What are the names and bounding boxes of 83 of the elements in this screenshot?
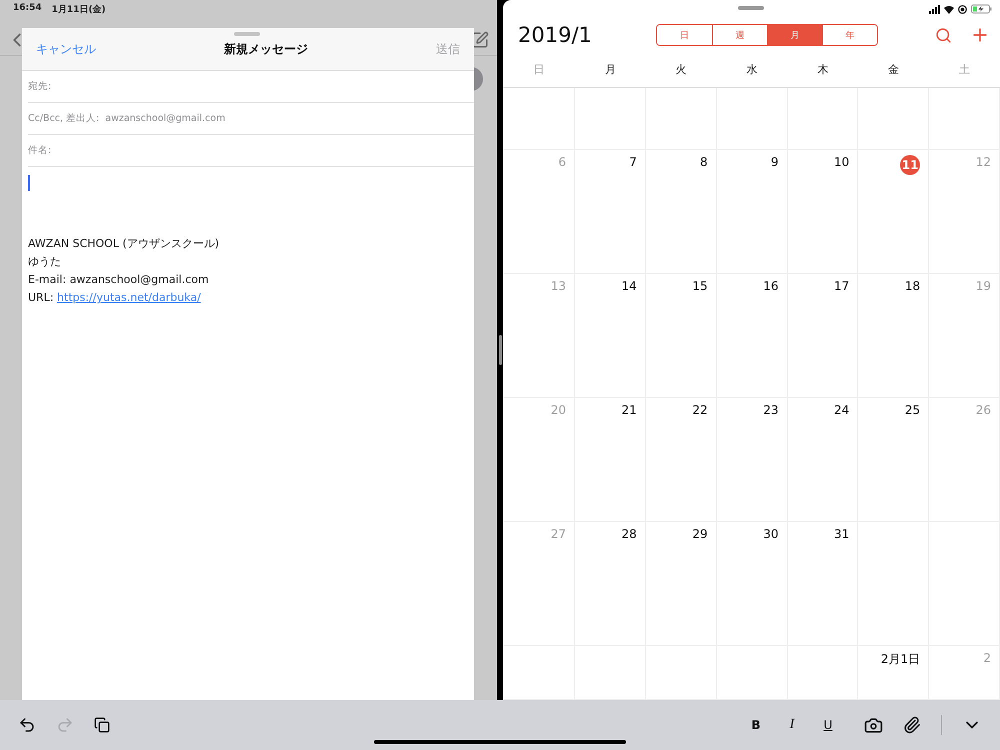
day-cell[interactable] (929, 88, 1000, 150)
field-label: 宛先: (28, 80, 52, 93)
day-cell[interactable]: 21 (575, 398, 646, 522)
day-number[interactable]: 9 (770, 155, 778, 169)
format-button[interactable]: U (820, 718, 836, 732)
weekday-label: 木 (816, 62, 830, 78)
signature-line: URL: https://yutas.net/darbuka/ (28, 290, 202, 306)
day-number[interactable]: 15 (692, 279, 708, 293)
weekday-label: 土 (958, 62, 972, 78)
signature-link[interactable]: https://yutas.net/darbuka/ (57, 291, 201, 304)
day-cell[interactable]: 24 (788, 398, 858, 522)
day-cell[interactable]: 11 (858, 150, 930, 274)
day-cell[interactable]: 9 (716, 150, 788, 274)
app-grabber[interactable] (738, 6, 764, 10)
day-cell[interactable]: 18 (858, 274, 930, 398)
day-cell[interactable]: 15 (646, 274, 717, 398)
day-cell[interactable]: 14 (575, 274, 646, 398)
signal-icon (929, 4, 940, 14)
day-number[interactable]: 17 (834, 279, 850, 293)
split-handle[interactable] (498, 335, 502, 365)
day-cell[interactable]: 16 (716, 274, 788, 398)
signature-line: E-mail: awzanschool@gmail.com (28, 272, 210, 288)
day-cell[interactable]: 31 (788, 522, 858, 646)
field-label: 件名: (28, 144, 52, 157)
day-cell[interactable] (503, 88, 575, 150)
day-cell[interactable]: 7 (575, 150, 646, 274)
day-number[interactable]: 23 (763, 403, 778, 417)
view-tab[interactable]: 月 (767, 25, 822, 45)
day-cell[interactable] (575, 88, 646, 150)
day-cell[interactable]: 10 (788, 150, 858, 274)
field-label: Cc/Bcc, 差出人: (28, 112, 100, 125)
day-number[interactable]: 24 (834, 403, 850, 417)
view-tab[interactable]: 年 (822, 25, 877, 45)
day-cell[interactable]: 23 (716, 398, 788, 522)
day-number[interactable]: 10 (834, 155, 850, 169)
camera-icon[interactable] (864, 716, 883, 734)
day-cell[interactable] (716, 88, 788, 150)
wifi-icon (944, 4, 954, 14)
weekday-label: 火 (674, 62, 688, 78)
day-cell[interactable]: 8 (646, 150, 717, 274)
text-cursor (28, 175, 30, 191)
day-cell[interactable]: 25 (858, 398, 930, 522)
day-number[interactable]: 29 (692, 527, 708, 541)
status-time: 16:54 (13, 3, 42, 15)
day-number[interactable]: 7 (629, 155, 637, 169)
format-button[interactable]: I (784, 717, 800, 733)
day-cell[interactable]: 17 (788, 274, 858, 398)
battery-icon (971, 4, 992, 14)
today-date[interactable]: 11 (900, 155, 920, 175)
calendar-title: 2019/1 (518, 23, 593, 47)
day-number[interactable]: 16 (763, 279, 778, 293)
search-button[interactable] (935, 26, 952, 44)
weekday-label: 水 (746, 62, 759, 78)
day-number[interactable]: 8 (700, 155, 708, 169)
weekday-label: 日 (532, 62, 546, 78)
day-number[interactable]: 31 (834, 527, 850, 541)
day-number[interactable]: 30 (763, 527, 778, 541)
day-cell[interactable]: 29 (646, 522, 717, 646)
copy-icon[interactable] (94, 717, 110, 733)
weekday-label: 月 (604, 62, 617, 78)
status-date: 1月11日(金) (52, 4, 106, 17)
day-cell[interactable] (646, 88, 717, 150)
day-cell[interactable]: 28 (575, 522, 646, 646)
signature-line: AWZAN SCHOOL (アウザンスクール) (28, 236, 220, 252)
day-cell[interactable]: 22 (646, 398, 717, 522)
sheet-title: 新規メッセージ (224, 40, 308, 58)
signature-line: ゆうた (28, 254, 62, 270)
day-number[interactable]: 14 (622, 279, 637, 293)
day-number[interactable]: 28 (622, 527, 637, 541)
day-cell[interactable]: 30 (716, 522, 788, 646)
day-number[interactable]: 22 (692, 403, 708, 417)
day-number[interactable]: 18 (904, 279, 920, 293)
day-number[interactable]: 25 (904, 403, 920, 417)
weekday-label: 金 (887, 62, 900, 78)
paperclip-icon[interactable] (903, 716, 921, 734)
day-number[interactable]: 2月1日 (880, 651, 920, 668)
format-button[interactable]: B (748, 718, 764, 732)
rotation-lock-icon (958, 4, 967, 14)
day-cell[interactable] (858, 88, 930, 150)
undo-icon[interactable] (18, 716, 36, 734)
day-cell[interactable] (788, 88, 858, 150)
sheet-grabber[interactable] (234, 32, 260, 36)
day-number[interactable]: 21 (622, 403, 637, 417)
